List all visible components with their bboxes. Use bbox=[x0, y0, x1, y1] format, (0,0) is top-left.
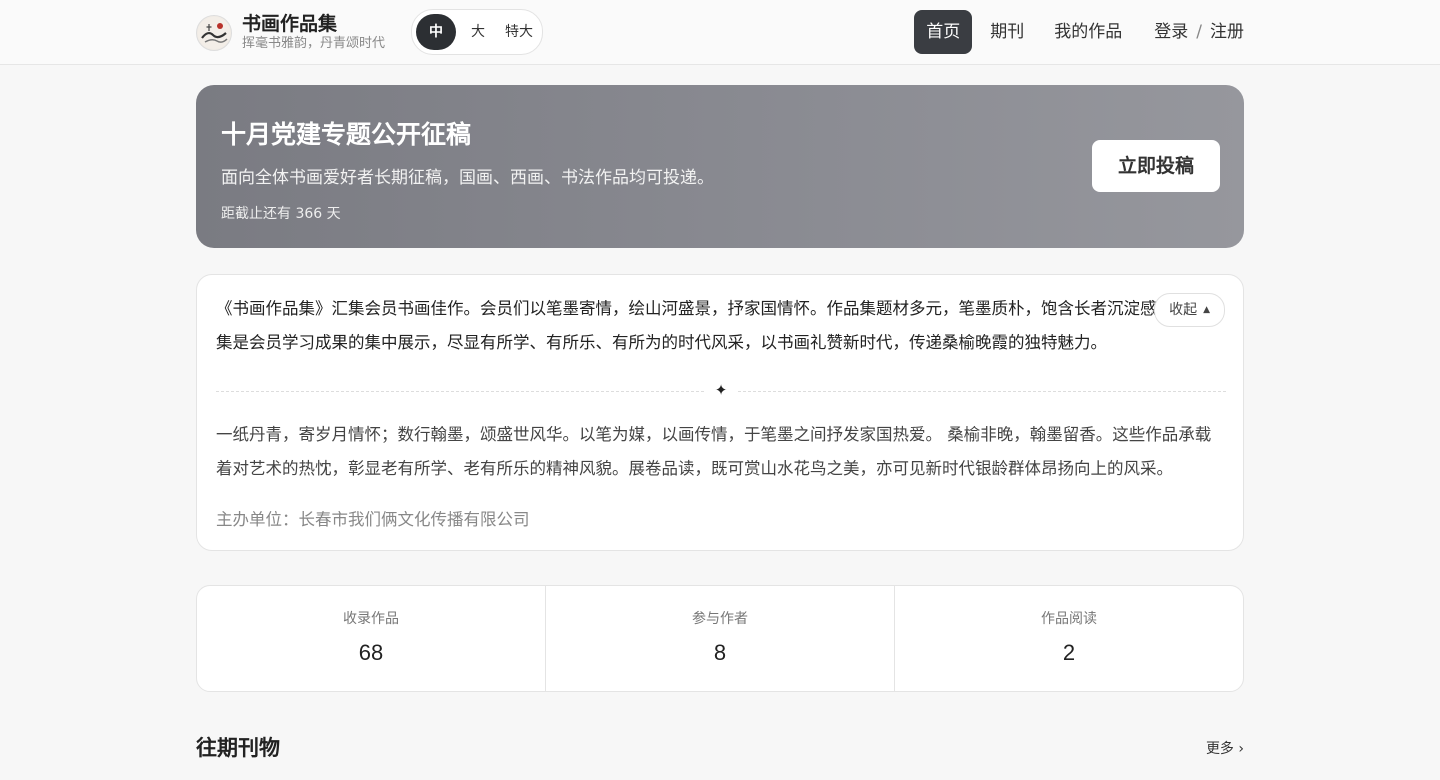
intro-paragraph-2: 一纸丹青，寄岁月情怀；数行翰墨，颂盛世风华。以笔为媒，以画传情，于笔墨之间抒发家… bbox=[216, 425, 1212, 478]
stat-label: 作品阅读 bbox=[1041, 611, 1097, 627]
past-issues-more-link[interactable]: 更多 › bbox=[1206, 738, 1244, 758]
stat-label: 参与作者 bbox=[692, 611, 748, 627]
font-size-switch: 中 大 特大 bbox=[411, 9, 543, 55]
top-navigation-bar: 书画作品集 挥毫书雅韵，丹青颂时代 中 大 特大 首页 期刊 我的作品 登录 / 注… bbox=[0, 0, 1440, 65]
nav-home[interactable]: 首页 bbox=[914, 10, 973, 54]
nav-journals[interactable]: 期刊 bbox=[978, 10, 1036, 54]
register-link[interactable]: 注册 bbox=[1210, 22, 1244, 42]
nav-my-works[interactable]: 我的作品 bbox=[1042, 10, 1134, 54]
font-size-extra-large-button[interactable]: 特大 bbox=[500, 14, 538, 50]
sparkle-star-icon: ✦ bbox=[714, 381, 728, 399]
stat-works: 收录作品 68 bbox=[197, 586, 545, 691]
font-size-medium-button[interactable]: 中 bbox=[416, 14, 456, 50]
auth-links: 登录 / 注册 bbox=[1154, 10, 1244, 54]
stats-panel: 收录作品 68 参与作者 8 作品阅读 2 bbox=[196, 585, 1244, 692]
intro-paragraph-1: 《书画作品集》汇集会员书画佳作。会员们以笔墨寄情，绘山河盛景，抒家国情怀。作品集… bbox=[216, 299, 1212, 352]
banner-deadline: 距截止还有 366 天 bbox=[221, 206, 341, 222]
banner-description: 面向全体书画爱好者长期征稿，国画、西画、书法作品均可投递。 bbox=[221, 168, 714, 188]
stat-value: 68 bbox=[358, 640, 384, 665]
ink-painting-logo-icon bbox=[196, 15, 232, 51]
auth-separator: / bbox=[1196, 22, 1202, 42]
stat-label: 收录作品 bbox=[343, 611, 399, 627]
font-size-large-button[interactable]: 大 bbox=[460, 14, 496, 50]
stat-value: 2 bbox=[1062, 640, 1076, 665]
login-link[interactable]: 登录 bbox=[1154, 22, 1188, 42]
submit-work-button[interactable]: 立即投稿 bbox=[1092, 140, 1220, 192]
site-subtitle: 挥毫书雅韵，丹青颂时代 bbox=[242, 36, 386, 51]
banner-title: 十月党建专题公开征稿 bbox=[221, 120, 472, 149]
caret-up-icon: ▲ bbox=[1203, 305, 1210, 315]
main-nav: 首页 期刊 我的作品 登录 / 注册 bbox=[908, 10, 1244, 54]
collapse-label: 收起 bbox=[1169, 302, 1198, 318]
organizer-text: 主办单位：长春市我们俩文化传播有限公司 bbox=[216, 510, 530, 529]
past-issues-title: 往期刊物 bbox=[196, 736, 280, 760]
stat-authors: 参与作者 8 bbox=[545, 586, 894, 691]
ornamental-divider: ✦ bbox=[216, 381, 1226, 401]
collapse-button[interactable]: 收起 ▲ bbox=[1154, 293, 1225, 327]
brand[interactable]: 书画作品集 挥毫书雅韵，丹青颂时代 bbox=[196, 14, 385, 52]
collection-intro-card: 《书画作品集》汇集会员书画佳作。会员们以笔墨寄情，绘山河盛景，抒家国情怀。作品集… bbox=[196, 274, 1244, 551]
stat-reads: 作品阅读 2 bbox=[894, 586, 1243, 691]
site-title: 书画作品集 bbox=[242, 13, 338, 35]
call-for-submissions-banner: 十月党建专题公开征稿 面向全体书画爱好者长期征稿，国画、西画、书法作品均可投递。… bbox=[196, 85, 1244, 248]
stat-value: 8 bbox=[713, 640, 727, 665]
